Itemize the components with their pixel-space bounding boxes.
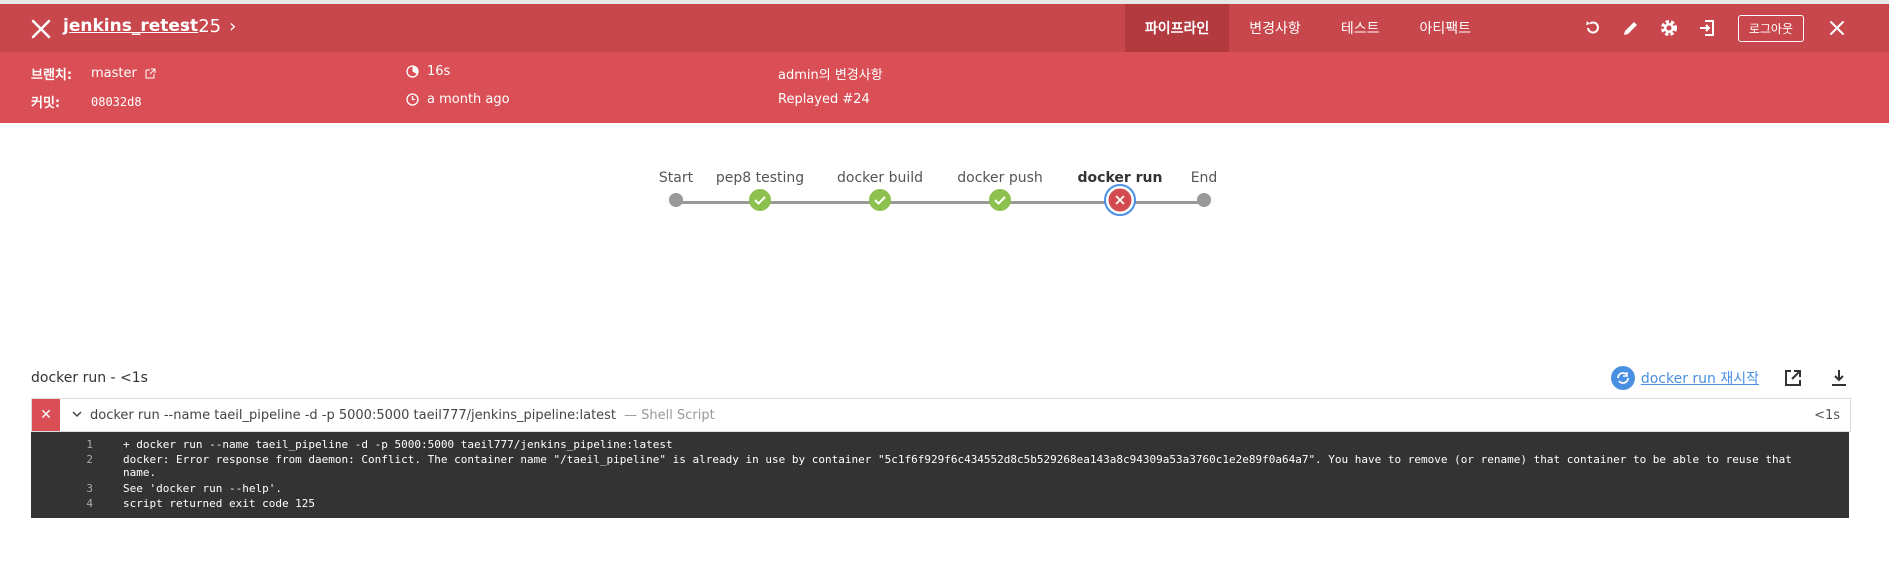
tab-changes[interactable]: 변경사항 [1229,4,1321,52]
success-icon[interactable] [748,188,772,216]
restart-label: docker run 재시작 [1640,371,1759,387]
success-icon[interactable] [988,188,1012,216]
run-number: 25 [198,16,222,37]
logout-button[interactable]: 로그아웃 [1737,14,1804,42]
header-actions: 로그아웃 [1574,4,1889,52]
time-info: a month ago [406,92,510,107]
pipeline-connector [1000,201,1120,204]
step-panel-title: docker run - <1s [31,370,148,386]
run-meta: 브랜치: master 커밋: 08032d8 16s a month ago … [0,52,1889,123]
log-line-text: See 'docker run --help'. [123,482,282,495]
branch-info: 브랜치: master [31,64,156,83]
step-failed-icon: ✕ [32,399,60,431]
replayed-value[interactable]: Replayed #24 [778,92,870,107]
pipeline-title[interactable]: jenkins_retest [63,16,198,36]
end-node [1196,192,1212,212]
log-line: 4 script returned exit code 125 [31,497,1813,510]
commit-info: 커밋: 08032d8 [31,92,142,112]
pipeline-graph: Start pep8 testing docker build docker p… [0,160,1889,240]
restart-stage-button[interactable]: docker run 재시작 [1610,366,1759,390]
stage-label-docker-push[interactable]: docker push [957,170,1043,186]
step-duration: <1s [1814,407,1840,423]
log-line-number: 3 [86,482,93,495]
stage-label-start: Start [658,170,694,186]
changes-info: admin의 변경사항 [778,64,883,83]
start-node [668,192,684,212]
run-tabs: 파이프라인 변경사항 테스트 아티팩트 [1124,4,1491,52]
log-line-text: + docker run --name taeil_pipeline -d -p… [123,438,673,451]
success-icon[interactable] [868,188,892,216]
replay-info: Replayed #24 [778,92,870,107]
external-link-icon[interactable] [145,68,156,79]
console-log: 1 + docker run --name taeil_pipeline -d … [31,432,1849,518]
tab-artifacts[interactable]: 아티팩트 [1399,4,1491,52]
duration-value: 16s [427,64,451,79]
time-ago-value: a month ago [427,92,510,107]
tab-tests[interactable]: 테스트 [1321,4,1400,52]
log-line: 1 + docker run --name taeil_pipeline -d … [31,438,1813,451]
close-icon[interactable] [1825,16,1849,40]
exit-icon[interactable] [1695,16,1719,40]
failed-icon[interactable] [1104,184,1136,220]
open-in-new-icon[interactable] [1781,366,1805,390]
step-command: docker run --name taeil_pipeline -d -p 5… [90,407,617,423]
stage-label-pep8[interactable]: pep8 testing [716,170,804,186]
duration-info: 16s [406,64,450,79]
settings-icon[interactable] [1657,16,1681,40]
download-icon[interactable] [1827,366,1851,390]
next-run-icon[interactable]: › [229,16,236,37]
restart-icon [1610,366,1635,390]
clock-icon [406,93,419,106]
step-row[interactable]: ✕ docker run --name taeil_pipeline -d -p… [31,398,1851,432]
log-line-text: docker: Error response from daemon: Conf… [123,453,1799,479]
log-line: 2 docker: Error response from daemon: Co… [31,453,1813,479]
close-run-icon[interactable] [30,18,52,40]
log-line-number: 2 [86,453,93,466]
changes-value: admin의 변경사항 [778,68,883,83]
pipeline-connector [760,201,880,204]
stage-label-end: End [1190,170,1218,186]
branch-label: 브랜치: [31,68,73,83]
log-line-number: 4 [86,497,93,510]
step-type: — Shell Script [624,407,715,423]
run-navigator: ‹ 25 › [183,16,236,37]
chevron-down-icon[interactable] [72,408,82,423]
branch-value[interactable]: master [91,66,137,81]
step-actions: docker run 재시작 [1610,366,1851,390]
edit-icon[interactable] [1619,16,1643,40]
previous-run-icon[interactable]: ‹ [183,16,190,37]
log-line: 3 See 'docker run --help'. [31,482,1813,495]
replay-icon[interactable] [1581,16,1605,40]
commit-label: 커밋: [31,96,61,111]
log-line-number: 1 [86,438,93,451]
log-line-text: script returned exit code 125 [123,497,316,510]
duration-icon [406,65,419,78]
stage-label-docker-build[interactable]: docker build [837,170,923,186]
run-header: jenkins_retest ‹ 25 › 파이프라인 변경사항 테스트 아티팩… [0,4,1889,52]
pipeline-connector [880,201,1000,204]
tab-pipeline[interactable]: 파이프라인 [1124,4,1230,52]
commit-value[interactable]: 08032d8 [91,95,142,109]
